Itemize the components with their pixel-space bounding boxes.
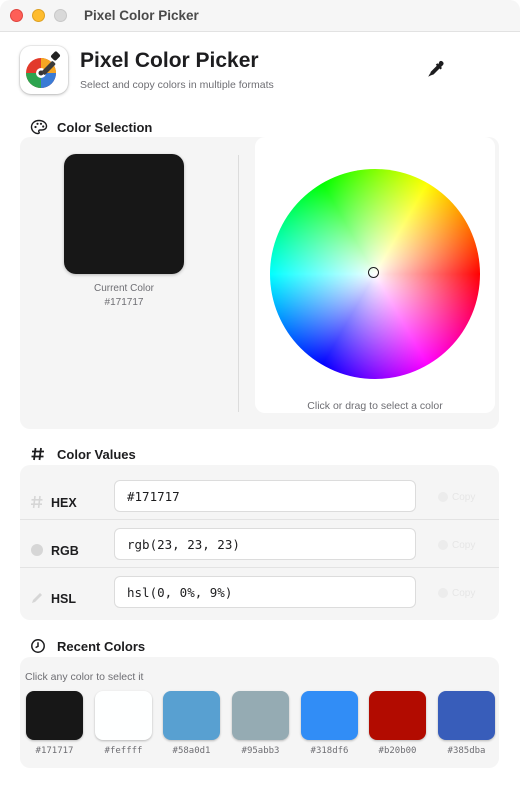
- copy-rgb-button[interactable]: Copy: [438, 537, 486, 553]
- recent-color-swatch[interactable]: [232, 691, 289, 740]
- recent-color-code: #318df6: [310, 746, 349, 756]
- recent-color-code: #95abb3: [241, 746, 280, 756]
- current-color-swatch: [64, 154, 184, 274]
- recent-color-swatch[interactable]: [26, 691, 83, 740]
- recent-color-swatch[interactable]: [301, 691, 358, 740]
- copy-label: Copy: [452, 539, 476, 551]
- row-divider: [20, 567, 499, 568]
- recent-color-code: #171717: [35, 746, 74, 756]
- copy-label: Copy: [452, 587, 476, 599]
- recent-color-code: #58a0d1: [172, 746, 211, 756]
- pencil-icon: [32, 593, 42, 603]
- value-row-rgb: RGB Copy: [20, 528, 499, 576]
- app-window: Pixel Color Picker Pixel Color Picker Se…: [0, 0, 520, 812]
- close-button[interactable]: [10, 9, 23, 22]
- recent-color-swatch[interactable]: [438, 691, 495, 740]
- palette-icon: [30, 119, 48, 135]
- app-icon: [20, 46, 68, 94]
- app-subtitle: Select and copy colors in multiple forma…: [80, 79, 274, 91]
- row-divider: [20, 519, 499, 520]
- circle-icon: [31, 544, 43, 556]
- color-wheel-handle[interactable]: [368, 267, 379, 278]
- clock-icon: [31, 639, 45, 653]
- window-title: Pixel Color Picker: [84, 8, 199, 23]
- copy-icon: [438, 587, 448, 598]
- minimize-button[interactable]: [32, 9, 45, 22]
- zoom-button[interactable]: [54, 9, 67, 22]
- recent-color-swatch[interactable]: [369, 691, 426, 740]
- hash-icon: [31, 495, 43, 509]
- color-wheel-hint: Click or drag to select a color: [307, 400, 443, 412]
- eyedropper-icon: [428, 61, 444, 77]
- copy-icon: [438, 491, 448, 502]
- eyedropper-button[interactable]: [425, 58, 447, 80]
- value-row-hex: HEX Copy: [20, 480, 499, 528]
- recent-color-code: #385dba: [447, 746, 486, 756]
- hash-icon: [31, 447, 44, 461]
- value-label: HEX: [51, 496, 77, 510]
- copy-hsl-button[interactable]: Copy: [438, 585, 486, 601]
- recent-color-swatch[interactable]: [95, 691, 152, 740]
- section-title: Color Values: [57, 447, 136, 462]
- divider: [238, 155, 239, 412]
- title-bar[interactable]: Pixel Color Picker: [0, 0, 520, 32]
- app-title: Pixel Color Picker: [80, 49, 259, 72]
- recent-color-code: #b20b00: [378, 746, 417, 756]
- recent-colors-hint: Click any color to select it: [25, 671, 144, 683]
- value-label: HSL: [51, 592, 76, 606]
- current-color-label: Current Color: [93, 283, 155, 294]
- copy-icon: [438, 539, 448, 550]
- section-title: Recent Colors: [57, 639, 146, 654]
- hex-value-field[interactable]: [114, 480, 416, 512]
- copy-label: Copy: [452, 491, 476, 503]
- section-title: Color Selection: [57, 120, 153, 135]
- value-row-hsl: HSL Copy: [20, 576, 499, 624]
- current-color-hex: #171717: [104, 297, 144, 308]
- hsl-value-field[interactable]: [114, 576, 416, 608]
- copy-hex-button[interactable]: Copy: [438, 489, 486, 505]
- recent-color-swatch[interactable]: [163, 691, 220, 740]
- value-label: RGB: [51, 544, 79, 558]
- rgb-value-field[interactable]: [114, 528, 416, 560]
- recent-color-code: #feffff: [104, 746, 143, 756]
